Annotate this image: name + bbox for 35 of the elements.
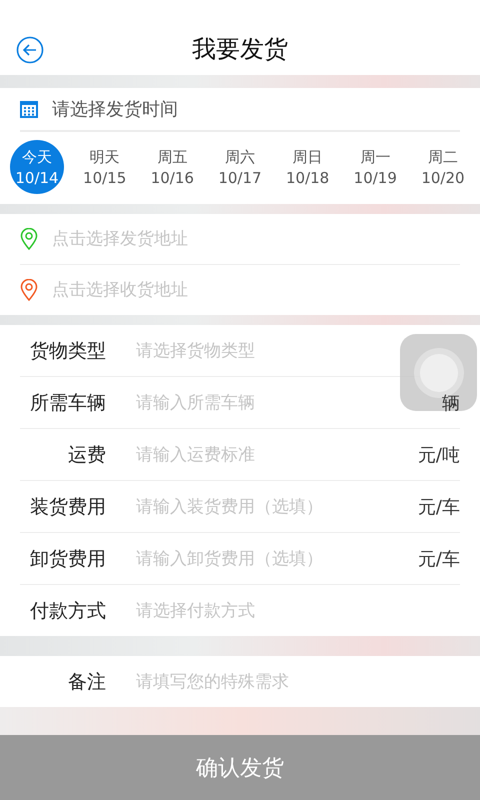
date-prompt[interactable]: 请选择发货时间 <box>52 97 178 121</box>
location-pin-icon <box>20 279 38 301</box>
date-option[interactable]: 今天 10/14 <box>10 140 64 194</box>
unit-label: 元/车 <box>418 548 460 570</box>
date-option[interactable]: 周一 10/19 <box>348 140 402 194</box>
unit-label: 辆 <box>442 392 460 414</box>
assistive-touch-button[interactable] <box>400 334 477 411</box>
form-field[interactable]: 请输入所需车辆 <box>136 392 376 412</box>
date-option[interactable]: 明天 10/15 <box>78 140 132 194</box>
unit-label: 元/车 <box>418 496 460 518</box>
date-option[interactable]: 周六 10/17 <box>212 140 267 194</box>
field-label: 运费 <box>67 442 106 468</box>
field-label: 卸货费用 <box>29 546 106 572</box>
back-button[interactable] <box>16 36 44 64</box>
form-field[interactable]: 请输入运费标准 <box>136 444 376 464</box>
form-field[interactable]: 请输入卸货费用（选填） <box>136 548 376 568</box>
field-label: 备注 <box>67 670 106 694</box>
calendar-icon <box>20 100 38 118</box>
field-label: 付款方式 <box>29 598 106 624</box>
date-option[interactable]: 周日 10/18 <box>280 140 335 194</box>
page-title: 我要发货 <box>192 34 288 64</box>
date-option[interactable]: 周二 10/20 <box>416 140 470 194</box>
form-field[interactable]: 请选择货物类型 <box>136 340 376 360</box>
back-icon <box>16 36 44 64</box>
address-field[interactable]: 点击选择发货地址 <box>52 229 460 249</box>
unit-label: 元/吨 <box>418 444 460 466</box>
address-field[interactable]: 点击选择收货地址 <box>52 280 460 300</box>
location-pin-icon <box>20 228 38 250</box>
note-field[interactable]: 请填写您的特殊需求 <box>136 672 460 692</box>
date-option[interactable]: 周五 10/16 <box>145 140 200 194</box>
field-label: 所需车辆 <box>29 390 106 416</box>
field-label: 货物类型 <box>29 338 106 364</box>
form-field[interactable]: 请输入装货费用（选填） <box>136 496 376 516</box>
form-field[interactable]: 请选择付款方式 <box>136 600 376 620</box>
field-label: 装货费用 <box>29 494 106 520</box>
